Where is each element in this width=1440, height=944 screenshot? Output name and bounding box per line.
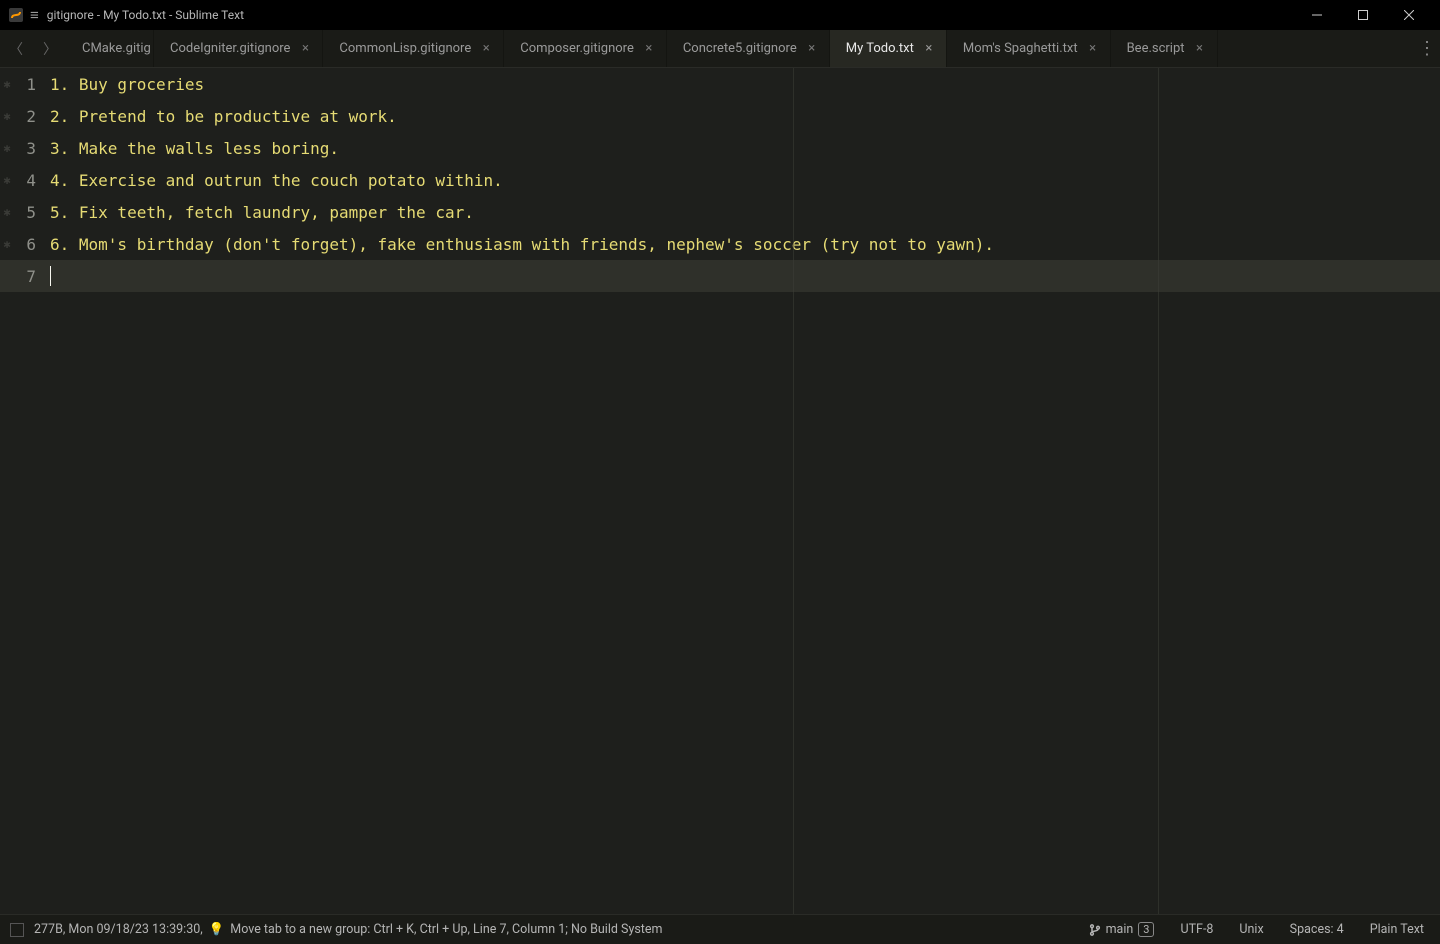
gutter-bookmark-icon: ✱ [0,109,14,123]
tip-icon: 💡 [209,922,225,937]
line-number: 1 [14,75,50,94]
title-bar: ≡ gitignore - My Todo.txt - Sublime Text [0,0,1440,30]
line-number: 4 [14,171,50,190]
maximize-button[interactable] [1340,0,1386,30]
editor-line[interactable]: ✱33. Make the walls less boring. [0,132,1440,164]
status-tip: Move tab to a new group: Ctrl + K, Ctrl … [230,922,662,937]
line-content: 1. Buy groceries [50,75,204,94]
minimize-button[interactable] [1294,0,1340,30]
nav-forward-icon[interactable]: 〉 [40,39,60,59]
nav-back-icon[interactable]: 〈 [6,39,26,59]
tab-bee-script[interactable]: Bee.script × [1111,30,1218,67]
status-left: 277B, Mon 09/18/23 13:39:30, 💡 Move tab … [10,922,1089,937]
close-icon[interactable]: × [1193,41,1207,56]
tab-overflow-button[interactable]: ⋮ [1414,30,1440,67]
branch-icon [1089,924,1101,936]
gutter-bookmark-icon: ✱ [0,205,14,219]
status-panel-toggle[interactable] [10,923,24,937]
gutter-bookmark-icon: ✱ [0,173,14,187]
line-number: 5 [14,203,50,222]
tab-nav-arrows: 〈 〉 [0,30,66,67]
line-content: 3. Make the walls less boring. [50,139,339,158]
close-icon[interactable]: × [922,41,936,56]
status-line-endings[interactable]: Unix [1239,922,1263,937]
tab-mom-s-spaghetti-txt[interactable]: Mom's Spaghetti.txt × [947,30,1111,67]
status-indent[interactable]: Spaces: 4 [1290,922,1344,937]
line-content: 6. Mom's birthday (don't forget), fake e… [50,235,994,254]
editor-line[interactable]: ✱55. Fix teeth, fetch laundry, pamper th… [0,196,1440,228]
close-icon[interactable]: × [479,41,493,56]
editor-line[interactable]: ✱11. Buy groceries [0,68,1440,100]
tab-my-todo-txt[interactable]: My Todo.txt × [830,30,947,67]
tab-codeigniter-gitignore[interactable]: CodeIgniter.gitignore × [154,30,323,67]
tab-label: Mom's Spaghetti.txt [963,41,1078,56]
app-icon [8,7,24,23]
line-content: 5. Fix teeth, fetch laundry, pamper the … [50,203,474,222]
ruler-80 [793,68,794,914]
tab-label: Bee.script [1127,41,1185,56]
status-syntax[interactable]: Plain Text [1370,922,1424,937]
window-title: gitignore - My Todo.txt - Sublime Text [47,8,244,22]
line-content: 4. Exercise and outrun the couch potato … [50,171,503,190]
editor-line[interactable]: 7 [0,260,1440,292]
tab-commonlisp-gitignore[interactable]: CommonLisp.gitignore × [323,30,504,67]
tab-cmake-gitig[interactable]: CMake.gitig [66,30,154,67]
tabs-list: CMake.gitigCodeIgniter.gitignore×CommonL… [66,30,1414,67]
tab-label: CommonLisp.gitignore [339,41,471,56]
line-content [50,266,51,287]
branch-name: main [1106,922,1134,937]
editor-line[interactable]: ✱66. Mom's birthday (don't forget), fake… [0,228,1440,260]
editor-line[interactable]: ✱22. Pretend to be productive at work. [0,100,1440,132]
line-number: 6 [14,235,50,254]
branch-count: 3 [1138,922,1154,937]
tab-label: Concrete5.gitignore [683,41,797,56]
gutter-bookmark-icon: ✱ [0,141,14,155]
tab-label: CodeIgniter.gitignore [170,41,290,56]
tab-bar: 〈 〉 CMake.gitigCodeIgniter.gitignore×Com… [0,30,1440,68]
editor-line[interactable]: ✱44. Exercise and outrun the couch potat… [0,164,1440,196]
status-file-info: 277B, Mon 09/18/23 13:39:30, [34,922,203,937]
tab-concrete5-gitignore[interactable]: Concrete5.gitignore × [667,30,830,67]
close-icon[interactable]: × [642,41,656,56]
ruler-120 [1158,68,1159,914]
close-icon[interactable]: × [1086,41,1100,56]
gutter-bookmark-icon: ✱ [0,237,14,251]
status-right: main 3 UTF-8 Unix Spaces: 4 Plain Text [1089,922,1430,937]
status-bar: 277B, Mon 09/18/23 13:39:30, 💡 Move tab … [0,914,1440,944]
close-icon[interactable]: × [298,41,312,56]
gutter-bookmark-icon: ✱ [0,77,14,91]
line-content: 2. Pretend to be productive at work. [50,107,397,126]
editor-area[interactable]: ✱11. Buy groceries✱22. Pretend to be pro… [0,68,1440,914]
tab-label: Composer.gitignore [520,41,634,56]
close-button[interactable] [1386,0,1432,30]
git-branch[interactable]: main 3 [1089,922,1155,937]
line-number: 2 [14,107,50,126]
tab-label: My Todo.txt [846,41,914,56]
tab-label: CMake.gitig [82,41,151,56]
tab-composer-gitignore[interactable]: Composer.gitignore × [504,30,667,67]
status-encoding[interactable]: UTF-8 [1180,922,1213,937]
hamburger-icon[interactable]: ≡ [30,6,39,24]
line-number: 7 [14,267,50,286]
line-number: 3 [14,139,50,158]
close-icon[interactable]: × [805,41,819,56]
